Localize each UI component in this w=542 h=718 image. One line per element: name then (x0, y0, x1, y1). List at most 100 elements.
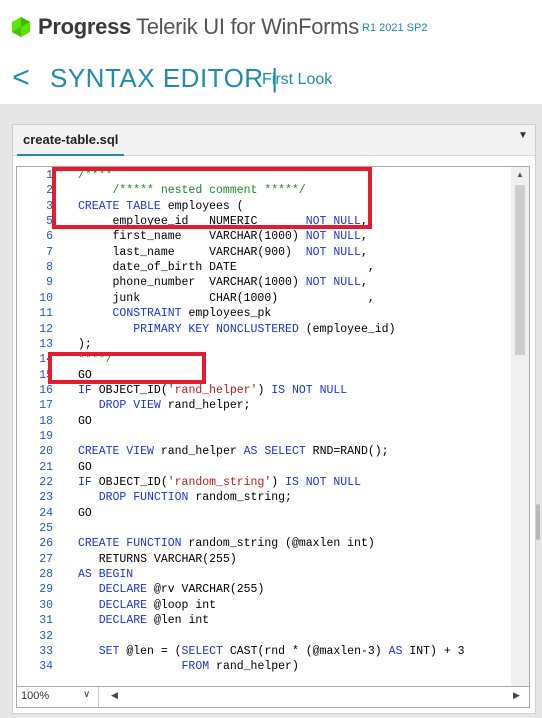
code-token: AS (388, 644, 410, 658)
code-line[interactable]: CREATE FUNCTION random_string (@maxlen i… (78, 537, 375, 552)
code-token: last_name (78, 245, 210, 259)
chevron-left-icon: < (12, 61, 30, 94)
vertical-scrollbar[interactable]: ▲ (511, 167, 529, 686)
line-number: 8 (46, 261, 53, 275)
code-token: GO (78, 460, 92, 474)
code-line[interactable]: DECLARE @loop int (78, 599, 216, 614)
line-number: 12 (39, 322, 53, 336)
scroll-up-icon[interactable]: ▲ (511, 167, 529, 183)
code-line[interactable]: GO (78, 507, 92, 522)
code-line[interactable]: GO (78, 461, 92, 476)
brand-product: Telerik UI for WinForms (136, 14, 359, 39)
line-number: 3 (46, 199, 53, 213)
code-token: SELECT (181, 644, 230, 658)
code-token: OBJECT_ID( (98, 383, 168, 397)
vertical-scroll-thumb[interactable] (515, 185, 525, 355)
code-token: IS NOT NULL (285, 476, 361, 489)
code-line[interactable]: ); (78, 338, 92, 353)
code-area[interactable]: /**** /***** nested comment *****/CREATE… (78, 167, 508, 686)
code-token: DECLARE (98, 583, 154, 597)
line-number-gutter: 1 2 3 5 6 7 8 9 10 11 12 13 14 15 16 17 18 19 20 21 22 23 24 25… (17, 167, 57, 686)
code-line[interactable]: CREATE VIEW rand_helper AS SELECT RND=RA… (78, 445, 389, 460)
code-token: DATE , (209, 261, 375, 275)
brand-header: Progress Telerik UI for WinForms R1 2021… (0, 0, 542, 56)
tab-create-table-sql[interactable]: create-table.sql (17, 125, 125, 156)
code-line[interactable]: FROM rand_helper) (78, 660, 299, 675)
code-line[interactable]: GO (78, 415, 92, 430)
line-number: 2 (46, 184, 53, 198)
code-line[interactable]: CONSTRAINT employees_pk (78, 307, 272, 322)
code-token: IF (78, 476, 99, 489)
line-number: 33 (39, 644, 53, 658)
code-token: first_name (78, 230, 210, 244)
code-token: NOT NULL (305, 245, 361, 259)
code-token: , (360, 276, 368, 290)
code-line[interactable]: first_name VARCHAR(1000) NOT NULL, (78, 230, 368, 245)
code-token: @len = ( (126, 644, 182, 658)
line-number: 23 (39, 491, 53, 505)
code-token: date_of_birth (78, 261, 210, 275)
chevron-down-icon: ∨ (83, 689, 91, 700)
code-token: IF (78, 383, 99, 397)
code-token: CHAR(1000) , (209, 291, 375, 305)
zoom-value: 100% (21, 690, 50, 702)
code-token: FROM (181, 660, 217, 674)
code-line[interactable]: PRIMARY KEY NONCLUSTERED (employee_id) (78, 323, 395, 338)
page-header: < SYNTAX EDITOR | First Look (0, 56, 542, 102)
syntax-editor[interactable]: 1 2 3 5 6 7 8 9 10 11 12 13 14 15 16 17 18 19 20 21 22 23 24 25… (16, 166, 530, 686)
tab-menu-dropdown-icon[interactable]: ▼ (516, 129, 530, 143)
line-number: 7 (46, 245, 53, 259)
code-line[interactable]: IF OBJECT_ID('rand_helper') IS NOT NULL (78, 384, 347, 399)
code-token: DECLARE (98, 598, 154, 612)
code-token: junk (78, 291, 210, 305)
code-token: PRIMARY KEY NONCLUSTERED (133, 322, 306, 336)
code-token: random_string; (195, 491, 292, 505)
code-token: 'rand_helper' (167, 383, 258, 397)
code-token: 'random_string' (167, 476, 272, 489)
code-token: @rv VARCHAR(255) (153, 583, 265, 597)
code-token: IS NOT NULL (271, 383, 348, 397)
code-line[interactable]: DECLARE @len int (78, 614, 209, 629)
line-number: 29 (39, 583, 53, 597)
code-token: random_string (@maxlen int) (188, 537, 375, 551)
line-number: 25 (39, 522, 53, 536)
code-line[interactable]: DROP FUNCTION random_string; (78, 491, 292, 506)
code-line[interactable]: junk CHAR(1000) , (78, 292, 375, 307)
code-line[interactable]: DECLARE @rv VARCHAR(255) (78, 583, 265, 598)
line-number: 1 (46, 169, 53, 182)
code-token: rand_helper (160, 445, 244, 459)
code-token: NOT NULL (305, 230, 361, 244)
code-token: RETURNS VARCHAR(255) (78, 552, 237, 566)
zoom-dropdown[interactable]: 100% ∨ (17, 687, 99, 707)
code-line[interactable]: last_name VARCHAR(900) NOT NULL, (78, 246, 368, 261)
code-token: @len int (153, 614, 210, 628)
code-token: SET (98, 644, 127, 658)
scroll-right-icon[interactable]: ▶ (513, 690, 520, 701)
code-line[interactable]: AS BEGIN (78, 568, 133, 583)
line-number: 5 (46, 215, 53, 229)
code-token: DECLARE (98, 614, 154, 628)
line-number: 27 (39, 552, 53, 566)
line-number: 6 (46, 230, 53, 244)
scroll-left-icon[interactable]: ◀ (111, 690, 118, 701)
line-number: 34 (39, 660, 53, 674)
back-button[interactable]: < (8, 60, 34, 96)
line-number: 17 (39, 399, 53, 413)
code-token: employees_pk (188, 307, 272, 321)
code-line[interactable]: IF OBJECT_ID('random_string') IS NOT NUL… (78, 476, 361, 491)
page-scrollbar[interactable] (536, 504, 540, 540)
line-number: 24 (39, 506, 53, 520)
code-line[interactable]: RETURNS VARCHAR(255) (78, 553, 237, 568)
code-line[interactable]: phone_number VARCHAR(1000) NOT NULL, (78, 276, 368, 291)
code-token: VARCHAR(1000) (209, 230, 306, 244)
code-line[interactable]: date_of_birth DATE , (78, 261, 375, 276)
code-line[interactable]: DROP VIEW rand_helper; (78, 399, 251, 414)
code-token: @loop int (153, 598, 217, 612)
code-line[interactable]: SET @len = (SELECT CAST(rnd * (@maxlen-3… (78, 645, 465, 660)
